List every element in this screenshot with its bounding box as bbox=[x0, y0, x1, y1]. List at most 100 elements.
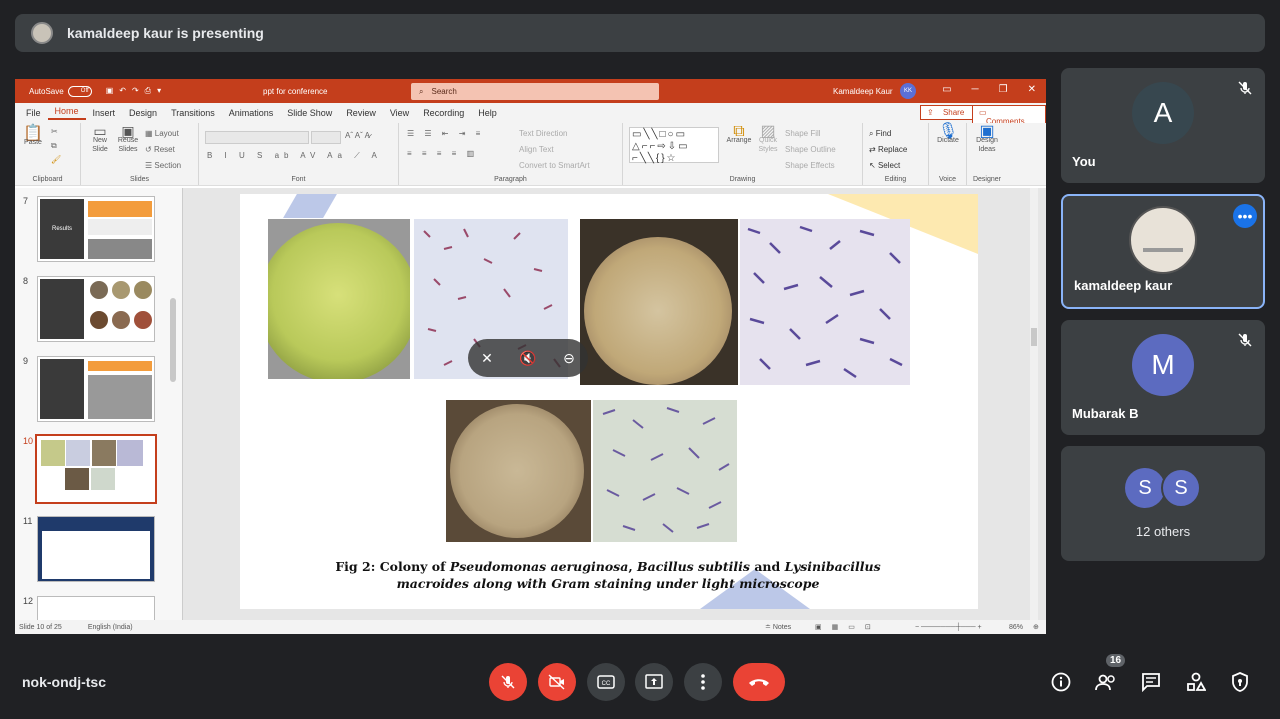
shape-effects-button[interactable]: Shape Effects bbox=[785, 161, 835, 170]
thumbnails-scrollbar[interactable] bbox=[170, 298, 176, 382]
participant-tile-you[interactable]: A You bbox=[1061, 68, 1265, 183]
thumb-box bbox=[42, 531, 150, 579]
present-screen-button[interactable] bbox=[635, 663, 673, 701]
avatar: S bbox=[1125, 468, 1165, 508]
menu-home[interactable]: Home bbox=[47, 106, 86, 120]
font-style-icons[interactable]: B I U S ab AV Aa ⟋ A bbox=[207, 151, 382, 161]
dictate-button[interactable]: 🎙 Dictate bbox=[933, 124, 963, 145]
list-icons[interactable]: ☰ ☰ ⇤ ⇥ ≡ bbox=[407, 129, 484, 138]
select-button[interactable]: ↖ Select bbox=[869, 161, 900, 170]
format-painter-icon[interactable]: 🖌 bbox=[51, 155, 61, 164]
people-button[interactable]: 16 bbox=[1094, 654, 1126, 694]
thumbnail-12[interactable] bbox=[37, 596, 155, 620]
window-controls[interactable]: ▭ ─ ❐ ✕ bbox=[942, 84, 1036, 95]
thumb-photo bbox=[41, 440, 65, 466]
quick-access-icons[interactable]: ▣↶↷⎙▾ bbox=[106, 86, 167, 96]
thumbnail-10[interactable] bbox=[35, 434, 157, 504]
thumb-number: 8 bbox=[23, 276, 29, 286]
group-label: Designer bbox=[972, 176, 1001, 183]
thumb-number: 11 bbox=[23, 516, 33, 526]
replace-button[interactable]: ⇄ Replace bbox=[869, 145, 907, 154]
zoom-level[interactable]: 86% bbox=[1009, 624, 1023, 631]
remove-icon[interactable]: ⊖ bbox=[563, 350, 575, 367]
menu-animations[interactable]: Animations bbox=[222, 108, 281, 118]
menu-file[interactable]: File bbox=[19, 108, 48, 118]
thumb-photo bbox=[112, 311, 130, 329]
camera-toggle-button[interactable] bbox=[538, 663, 576, 701]
font-name-box[interactable] bbox=[205, 131, 309, 144]
arrange-button[interactable]: ⧉ Arrange bbox=[725, 124, 753, 145]
menu-slide-show[interactable]: Slide Show bbox=[280, 108, 339, 118]
vertical-scrollbar[interactable] bbox=[1030, 188, 1038, 620]
menu-recording[interactable]: Recording bbox=[416, 108, 471, 118]
reset-button[interactable]: ↺ Reset bbox=[145, 145, 175, 154]
align-icons[interactable]: ≡ ≡ ≡ ≡ ▥ bbox=[407, 149, 478, 158]
convert-smartart-button[interactable]: Convert to SmartArt bbox=[519, 161, 590, 170]
ribbon: 📋 Paste ✂ ⧉ 🖌 Clipboard ▭ New Slide ▣ Reuse… bbox=[15, 123, 1046, 186]
activities-button[interactable] bbox=[1184, 670, 1208, 694]
document-title[interactable]: ppt for conference bbox=[263, 87, 327, 96]
thumbnail-11[interactable] bbox=[37, 516, 155, 582]
slide[interactable]: Fig 2: Colony of Pseudomonas aeruginosa,… bbox=[240, 194, 978, 609]
menu-help[interactable]: Help bbox=[471, 108, 504, 118]
shape-fill-button[interactable]: Shape Fill bbox=[785, 129, 821, 138]
text-direction-button[interactable]: Text Direction bbox=[519, 129, 567, 138]
leave-call-button[interactable] bbox=[733, 663, 785, 701]
view-icons[interactable]: ▣▦▭⊡ bbox=[815, 623, 881, 631]
layout-button[interactable]: ▦ Layout bbox=[145, 129, 179, 138]
chat-button[interactable] bbox=[1139, 670, 1163, 694]
more-options-icon[interactable]: ••• bbox=[1233, 204, 1257, 228]
fit-slide-icon[interactable]: ⊕ bbox=[1033, 623, 1039, 631]
participant-name: You bbox=[1072, 154, 1096, 169]
quick-styles-icon: ▨ bbox=[760, 123, 776, 140]
section-button[interactable]: ☰ Section bbox=[145, 161, 181, 170]
notes-button[interactable]: ≐ Notes bbox=[765, 623, 791, 631]
group-slides: ▭ New Slide ▣ Reuse Slides ▦ Layout ↺ Rese… bbox=[81, 123, 199, 185]
reuse-slides-button[interactable]: ▣ Reuse Slides bbox=[115, 124, 141, 154]
menu-view[interactable]: View bbox=[383, 108, 416, 118]
scroll-thumb[interactable] bbox=[1031, 328, 1037, 346]
find-button[interactable]: ⌕ Find bbox=[869, 129, 891, 139]
people-count-badge: 16 bbox=[1106, 654, 1126, 667]
meeting-details-button[interactable] bbox=[1049, 670, 1073, 694]
copy-icon[interactable]: ⧉ bbox=[51, 141, 57, 151]
participant-tile-kamaldeep[interactable]: ••• kamaldeep kaur bbox=[1061, 194, 1265, 309]
paste-button[interactable]: 📋 Paste bbox=[21, 126, 45, 147]
quick-styles-button[interactable]: ▨ Quick Styles bbox=[755, 123, 781, 154]
menu-review[interactable]: Review bbox=[339, 108, 383, 118]
mute-icon[interactable]: 🔇 bbox=[519, 350, 536, 367]
pin-off-icon[interactable]: ✕ bbox=[481, 350, 493, 367]
font-grow-shrink-icons[interactable]: Aˆ Aˇ A̷ bbox=[345, 131, 370, 140]
thumbnail-8[interactable] bbox=[37, 276, 155, 342]
language-indicator[interactable]: English (India) bbox=[88, 624, 133, 631]
user-avatar[interactable]: KK bbox=[900, 83, 916, 99]
menu-insert[interactable]: Insert bbox=[86, 108, 123, 118]
more-options-button[interactable] bbox=[684, 663, 722, 701]
mic-toggle-button[interactable] bbox=[489, 663, 527, 701]
menu-design[interactable]: Design bbox=[122, 108, 164, 118]
align-text-button[interactable]: Align Text bbox=[519, 145, 554, 154]
share-button[interactable]: ⇪ Share bbox=[920, 105, 979, 120]
participant-tile-mubarak[interactable]: M Mubarak B bbox=[1061, 320, 1265, 435]
user-name: Kamaldeep Kaur bbox=[833, 86, 893, 96]
group-label: Paragraph bbox=[494, 176, 527, 183]
host-controls-button[interactable] bbox=[1228, 670, 1252, 694]
autosave-toggle[interactable]: Off bbox=[67, 85, 92, 97]
thumbnail-9[interactable] bbox=[37, 356, 155, 422]
captions-button[interactable]: CC bbox=[587, 663, 625, 701]
new-slide-button[interactable]: ▭ New Slide bbox=[87, 124, 113, 154]
menu-transitions[interactable]: Transitions bbox=[164, 108, 222, 118]
chat-icon bbox=[1142, 673, 1160, 692]
group-label: Editing bbox=[884, 176, 907, 183]
photo-bacillus-gram-stain bbox=[740, 219, 910, 385]
design-ideas-button[interactable]: ▣ Design Ideas bbox=[971, 124, 1003, 154]
zoom-slider[interactable]: − ───────┼─── + bbox=[915, 624, 982, 631]
participant-tile-others[interactable]: S S 12 others bbox=[1061, 446, 1265, 561]
font-size-box[interactable] bbox=[311, 131, 341, 144]
thumb-photo bbox=[90, 281, 108, 299]
shapes-gallery[interactable]: ▭╲╲□○▭ △⌐⌐⇨⇩▭ ⌐╲╲{}☆ bbox=[629, 127, 719, 164]
shape-outline-button[interactable]: Shape Outline bbox=[785, 145, 836, 154]
search-box[interactable]: ⌕ Search bbox=[411, 83, 659, 100]
thumbnail-7[interactable]: Results bbox=[37, 196, 155, 262]
cut-icon[interactable]: ✂ bbox=[51, 127, 58, 136]
